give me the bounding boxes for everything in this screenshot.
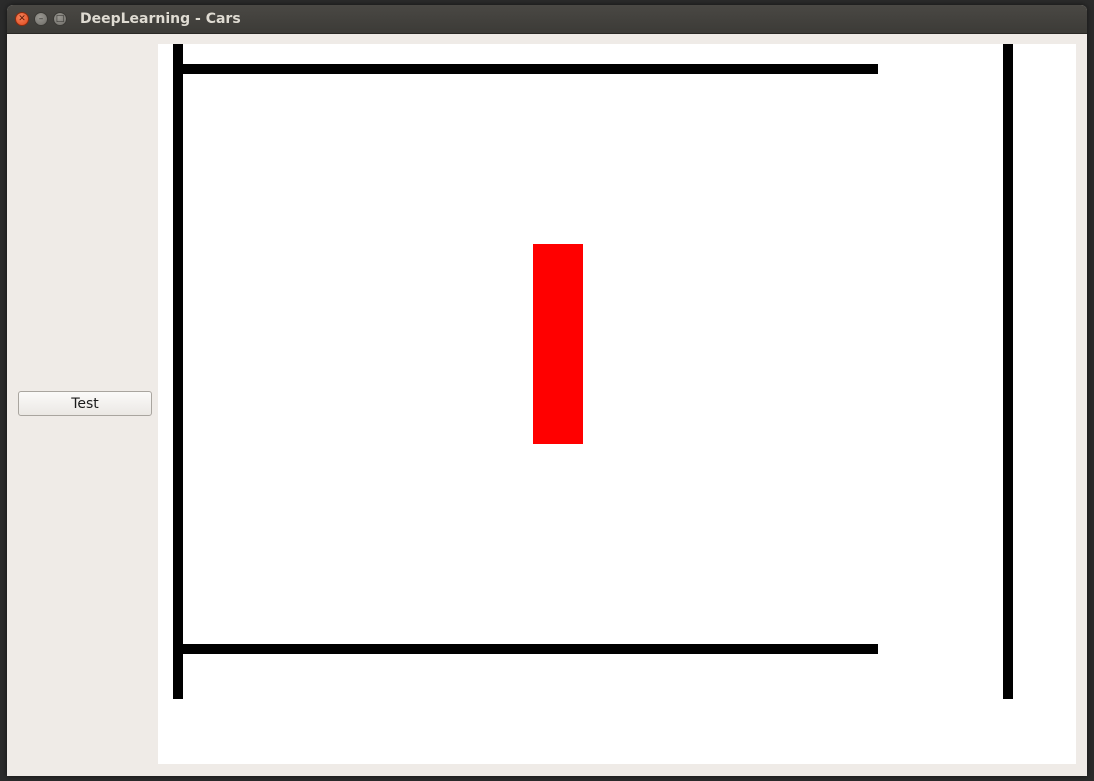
- maximize-icon[interactable]: □: [53, 12, 67, 26]
- right-wall: [1003, 44, 1013, 699]
- window-title: DeepLearning - Cars: [80, 11, 241, 27]
- minimize-icon[interactable]: –: [34, 12, 48, 26]
- simulation-canvas: [158, 44, 1076, 764]
- bottom-wall: [183, 644, 878, 654]
- track-svg: [173, 44, 1013, 699]
- test-button[interactable]: Test: [18, 391, 152, 416]
- close-icon[interactable]: ✕: [15, 12, 29, 26]
- title-bar: ✕ – □ DeepLearning - Cars: [7, 5, 1087, 34]
- app-window: ✕ – □ DeepLearning - Cars Test: [7, 5, 1087, 776]
- left-wall: [173, 44, 183, 699]
- top-wall: [183, 64, 878, 74]
- car: [533, 244, 583, 444]
